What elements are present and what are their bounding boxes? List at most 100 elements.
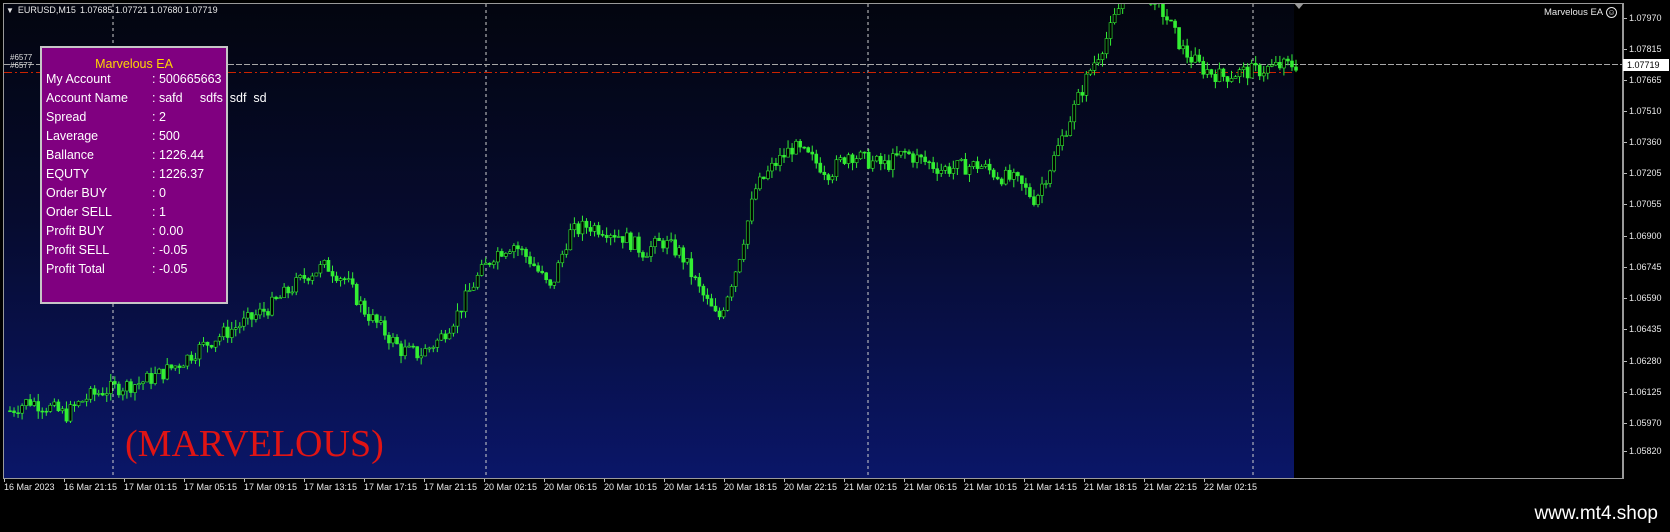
candle-body	[649, 246, 653, 257]
candle-body	[1088, 70, 1093, 75]
candle-body	[762, 176, 766, 179]
site-link[interactable]: www.mt4.shop	[1534, 503, 1658, 525]
candle-body	[536, 265, 540, 272]
candle-body	[895, 153, 899, 156]
price-tick: 1.05970	[1624, 418, 1670, 428]
candle-body	[383, 320, 387, 336]
candle-body	[568, 229, 573, 251]
candle-body	[262, 308, 266, 312]
candle-body	[770, 162, 774, 172]
candle-body	[1072, 103, 1077, 123]
candle-body	[1076, 92, 1081, 105]
time-axis[interactable]: 16 Mar 2023 16 Mar 21:15 17 Mar 01:15 17 Ma…	[3, 479, 1623, 495]
candle-body	[205, 341, 210, 346]
candle-body	[1012, 172, 1016, 180]
candle-body	[92, 388, 97, 395]
candle-body	[250, 312, 254, 320]
candle-body	[838, 157, 843, 161]
candle-body	[971, 161, 976, 167]
candle-body	[225, 326, 230, 338]
price-tick: 1.06590	[1624, 293, 1670, 303]
time-tick: 21 Mar 10:15	[964, 479, 1018, 492]
candle-body	[802, 146, 806, 149]
candle-body	[1189, 56, 1193, 63]
candle-body	[12, 410, 16, 413]
current-price-label: 1.07719	[1623, 59, 1669, 71]
candle-body	[1241, 66, 1246, 70]
candle-body	[1282, 58, 1286, 69]
candle-body	[862, 151, 867, 154]
chart-shift-marker[interactable]	[1294, 3, 1304, 9]
candle-body	[576, 223, 581, 235]
candle-body	[1112, 14, 1117, 23]
candle-body	[108, 381, 113, 394]
candle-body	[810, 151, 815, 155]
candle-body	[830, 176, 835, 181]
candle-body	[657, 237, 661, 241]
candle-body	[443, 333, 448, 340]
candle-body	[596, 225, 601, 235]
candle-body	[1104, 38, 1109, 55]
price-tick: 1.07205	[1624, 168, 1670, 178]
panel-value: : safd sdfs sdf sd	[152, 91, 267, 105]
candle-body	[620, 236, 625, 243]
candle-body	[556, 262, 561, 283]
candle-body	[786, 147, 790, 158]
candle-body	[911, 153, 915, 163]
price-chart[interactable]	[4, 4, 1623, 479]
candle-body	[48, 404, 53, 412]
candle-body	[1173, 20, 1177, 28]
candle-body	[947, 166, 952, 174]
candle-body	[427, 347, 432, 350]
time-tick: 17 Mar 17:15	[364, 479, 418, 492]
candle-body	[1213, 73, 1218, 82]
candle-body	[903, 150, 907, 153]
candle-body	[580, 220, 585, 235]
candle-body	[387, 334, 391, 344]
panel-label: My Account	[46, 72, 111, 86]
candle-body	[939, 170, 944, 174]
candle-body	[778, 155, 782, 166]
candle-body	[721, 309, 726, 318]
candle-body	[1007, 169, 1012, 180]
candle-body	[64, 408, 69, 422]
chart-window[interactable]	[3, 3, 1623, 479]
candle-body	[189, 354, 194, 361]
candle-body	[1201, 61, 1206, 75]
panel-value: : 500665663	[152, 72, 222, 86]
candle-body	[80, 400, 85, 403]
candle-body	[584, 220, 589, 228]
time-tick: 21 Mar 06:15	[904, 479, 958, 492]
candle-body	[483, 262, 488, 265]
time-tick: 17 Mar 01:15	[124, 479, 178, 492]
candle-body	[197, 344, 202, 360]
footer-bar: www.mt4.shop	[0, 495, 1670, 532]
expert-advisor-label[interactable]: Marvelous EA ☺	[1544, 7, 1618, 18]
candle-body	[592, 225, 597, 232]
candle-body	[322, 260, 327, 265]
candle-body	[141, 381, 145, 384]
candle-body	[149, 373, 153, 384]
chevron-down-icon[interactable]: ▼	[6, 6, 14, 15]
candle-body	[153, 373, 157, 384]
candle-body	[1233, 76, 1238, 79]
candle-body	[358, 300, 363, 305]
candle-body	[326, 260, 331, 272]
candle-body	[471, 286, 476, 291]
time-tick: 20 Mar 10:15	[604, 479, 658, 492]
candle-body	[1253, 63, 1258, 66]
candle-body	[745, 220, 750, 245]
time-tick: 21 Mar 14:15	[1024, 479, 1078, 492]
ohlc-label: 1.07685 1.07721 1.07680 1.07719	[79, 5, 218, 15]
time-tick: 21 Mar 02:15	[844, 479, 898, 492]
candle-body	[927, 161, 931, 164]
candle-body	[629, 232, 633, 250]
candle-body	[181, 365, 186, 368]
candle-body	[1064, 135, 1069, 137]
price-axis[interactable]: 1.07970 1.07815 1.07665 1.07510 1.07360 1.072…	[1623, 3, 1670, 479]
candle-body	[407, 345, 411, 348]
price-tick: 1.07665	[1624, 75, 1670, 85]
candle-body	[540, 270, 544, 274]
candle-body	[705, 294, 710, 299]
candle-body	[1052, 155, 1056, 172]
